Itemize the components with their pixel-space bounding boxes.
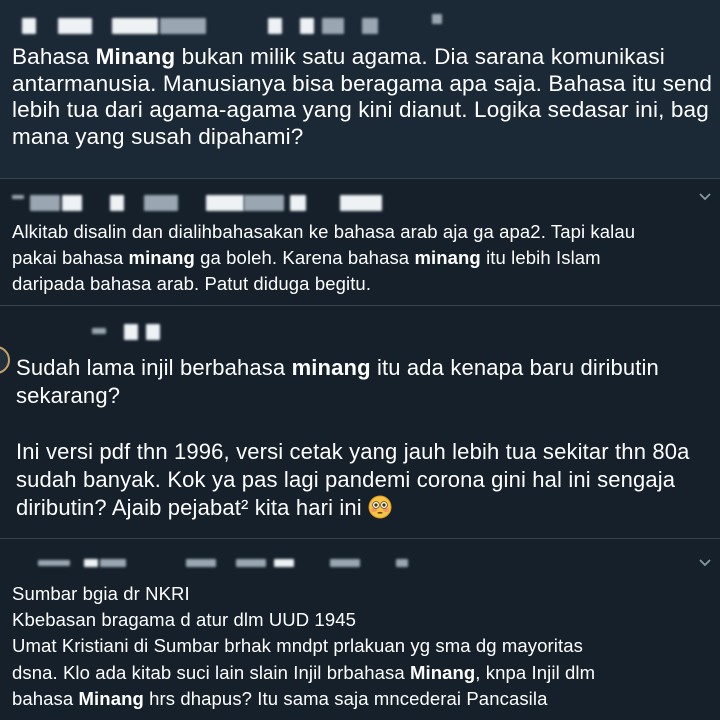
redacted-username [0,14,470,34]
highlighted-keyword: minang [128,247,195,268]
highlighted-keyword: minang [414,247,481,268]
text-run: hrs dhapus? Itu sama saja mncederai Panc… [143,687,548,709]
tweet-text-line: Sudah lama injil berbahasa minang itu ad… [16,354,720,382]
text-run: ga boleh. Karena bahasa [194,247,415,268]
tweet-text-line: bahasa Minang hrs dhapus? Itu sama saja … [12,686,720,712]
text-run: Bahasa [12,44,96,69]
text-run: diributin? Ajaib pejabat² kita hari ini [16,495,362,520]
text-run: Alkitab disalin dan dialihbahasakan ke b… [12,221,636,242]
text-run: antarmanusia. Manusianya bisa beragama a… [12,70,713,96]
tweet-text-line: antarmanusia. Manusianya bisa beragama a… [12,71,720,98]
text-run: Sudah lama injil berbahasa [16,355,292,380]
chevron-down-icon[interactable] [698,555,712,569]
tweet-text-line: mana yang susah dipahami? [12,124,720,151]
tweet-text-line: dsna. Klo ada kitab suci lain slain Inji… [12,660,720,686]
text-run: Sumbar bgia dr NKRI [12,583,190,604]
text-run: itu lebih Islam [480,247,601,268]
redacted-username [0,324,200,340]
tweet-text-line: Kbebasan bragama d atur dlm UUD 1945 [12,607,720,633]
text-run: itu ada kenapa baru diributin [370,355,659,380]
highlighted-keyword: Minang [78,687,144,709]
highlighted-keyword: Minang [95,44,176,69]
redacted-username [0,555,440,571]
tweet-text-line: pakai bahasa minang ga boleh. Karena bah… [12,245,720,271]
reply-tweet[interactable]: Bahasa Minang bukan milik satu agama. Di… [0,0,720,179]
text-run: Ini versi pdf thn 1996, versi cetak yang… [16,439,690,464]
tweet-text-line: sudah banyak. Kok ya pas lagi pandemi co… [16,466,720,494]
tweet-text: Sumbar bgia dr NKRI Kbebasan bragama d at… [12,581,720,712]
text-run: bahasa [12,687,79,709]
tweet-text-line: Alkitab disalin dan dialihbahasakan ke b… [12,219,720,245]
flushed-face-emoji-icon [368,495,392,519]
reply-tweet[interactable]: Alkitab disalin dan dialihbahasakan ke b… [0,179,720,306]
text-run: mana yang susah dipahami? [12,123,304,149]
tweet-text-line: Sumbar bgia dr NKRI [12,581,720,607]
tweet-text-line: Ini versi pdf thn 1996, versi cetak yang… [16,438,720,466]
tweet-text-line: Umat Kristiani di Sumbar brhak mndpt prl… [12,633,720,659]
tweet-text-line: lebih tua dari agama-agama yang kini dia… [12,97,720,124]
highlighted-keyword: Minang [409,661,476,683]
tweet-text-line: daripada bahasa arab. Patut diduga begit… [12,271,720,297]
tweet-text: Alkitab disalin dan dialihbahasakan ke b… [12,219,720,297]
chevron-down-icon[interactable] [698,189,712,203]
tweet-text: Sudah lama injil berbahasa minang itu ad… [16,354,720,522]
tweet-text: Bahasa Minang bukan milik satu agama. Di… [12,44,720,150]
redacted-username [0,195,420,211]
text-run: sudah banyak. Kok ya pas lagi pandemi co… [16,467,676,492]
tweet-text-line: diributin? Ajaib pejabat² kita hari ini [16,494,720,522]
text-run: Kbebasan bragama d atur dlm UUD 1945 [12,609,356,631]
text-run: sekarang? [16,383,121,408]
tweet-text-line: sekarang? [16,382,720,410]
text-run: pakai bahasa [12,247,129,268]
reply-tweet[interactable]: Sudah lama injil berbahasa minang itu ad… [0,306,720,539]
reply-tweet[interactable]: Sumbar bgia dr NKRI Kbebasan bragama d at… [0,539,720,720]
text-run: daripada bahasa arab. Patut diduga begit… [12,273,372,294]
text-run: bukan milik satu agama. Dia sarana komun… [175,44,665,69]
tweet-text-line: Bahasa Minang bukan milik satu agama. Di… [12,44,720,71]
reply-feed: Bahasa Minang bukan milik satu agama. Di… [0,0,720,720]
highlighted-keyword: minang [291,355,371,380]
avatar[interactable] [0,346,10,374]
text-run: , knpa Injil dlm [475,661,596,683]
text-run: Umat Kristiani di Sumbar brhak mndpt prl… [12,635,583,657]
text-run: lebih tua dari agama-agama yang kini dia… [12,97,709,122]
text-run: dsna. Klo ada kitab suci lain slain Inji… [12,661,410,683]
